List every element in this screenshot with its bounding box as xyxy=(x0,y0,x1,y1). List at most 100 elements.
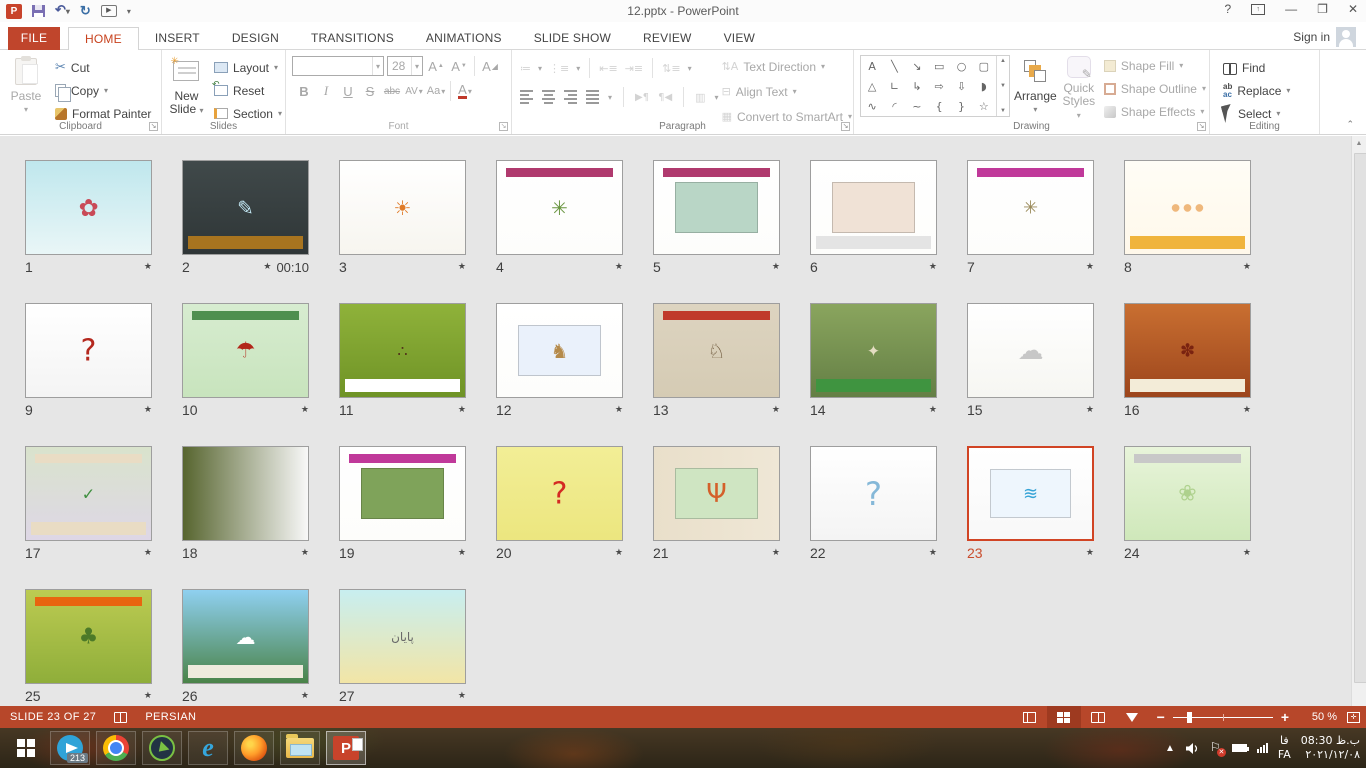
text-direction-button[interactable]: ⇅AText Direction▾ xyxy=(719,56,855,77)
slide-thumbnail-18[interactable] xyxy=(182,446,309,541)
pie-shape-icon[interactable]: ◗ xyxy=(981,80,987,93)
paste-button[interactable]: Paste ▾ xyxy=(0,50,52,120)
slide-thumbnail-24[interactable]: ❀ xyxy=(1124,446,1251,541)
slide-thumbnail-23[interactable]: ≋ xyxy=(967,446,1094,541)
ltr-text-direction-icon[interactable]: ▶¶ xyxy=(635,92,649,103)
taskbar-file-explorer-icon[interactable] xyxy=(280,731,320,765)
tab-slideshow[interactable]: SLIDE SHOW xyxy=(518,27,627,50)
fit-to-window-icon[interactable]: ✛ xyxy=(1347,712,1360,723)
line-spacing-icon[interactable]: ⇅≡ xyxy=(662,62,680,75)
slide-thumbnail-6[interactable] xyxy=(810,160,937,255)
text-shadow-button[interactable]: S xyxy=(360,81,380,101)
line-shape-icon[interactable]: ╲ xyxy=(891,60,898,73)
quick-styles-button[interactable]: Quick Styles ▾ xyxy=(1061,50,1097,120)
language-indicator[interactable]: PERSIAN xyxy=(145,711,196,723)
align-right-icon[interactable] xyxy=(564,90,577,104)
font-color-button[interactable]: A▾ xyxy=(455,81,475,101)
slide-thumbnail-11[interactable]: ∴ xyxy=(339,303,466,398)
slide-thumbnail-10[interactable]: ☂ xyxy=(182,303,309,398)
paragraph-dialog-launcher-icon[interactable]: ↘ xyxy=(841,122,850,131)
copy-button[interactable]: Copy▾ xyxy=(52,81,154,100)
tab-review[interactable]: REVIEW xyxy=(627,27,708,50)
minimize-icon[interactable]: — xyxy=(1285,2,1297,16)
scrollbar-thumb[interactable] xyxy=(1354,153,1366,683)
find-button[interactable]: Find xyxy=(1220,58,1319,77)
zoom-slider[interactable] xyxy=(1173,717,1273,718)
align-center-icon[interactable] xyxy=(542,90,555,104)
tab-transitions[interactable]: TRANSITIONS xyxy=(295,27,410,50)
bold-button[interactable]: B xyxy=(294,81,314,101)
increase-indent-icon[interactable]: ⇥≡ xyxy=(625,62,643,75)
slide-thumbnail-21[interactable]: Ψ xyxy=(653,446,780,541)
justify-icon[interactable] xyxy=(586,90,599,104)
start-button[interactable] xyxy=(8,731,44,765)
slide-show-button[interactable] xyxy=(1115,706,1149,728)
strikethrough-button[interactable]: abc xyxy=(382,81,402,101)
replace-button[interactable]: abacReplace▾ xyxy=(1220,81,1319,100)
arrow-shape-icon[interactable]: ↘ xyxy=(912,60,921,73)
shape-effects-button[interactable]: Shape Effects▾ xyxy=(1101,102,1209,121)
taskbar-powerpoint-icon[interactable]: P xyxy=(326,731,366,765)
sign-in[interactable]: Sign in xyxy=(1293,27,1356,47)
slide-thumbnail-20[interactable]: ? xyxy=(496,446,623,541)
shapes-gallery-scrollbar[interactable]: ▲▼▼ xyxy=(996,56,1009,116)
slide-thumbnail-12[interactable]: ♞ xyxy=(496,303,623,398)
action-center-flag-icon[interactable] xyxy=(1210,742,1222,755)
right-brace-shape-icon[interactable]: } xyxy=(958,100,965,113)
cut-button[interactable]: ✂Cut xyxy=(52,58,154,77)
scribble-shape-icon[interactable]: ∿ xyxy=(868,100,877,113)
oval-shape-icon[interactable]: ○ xyxy=(957,60,967,73)
bullets-icon[interactable]: ≔ xyxy=(520,62,531,75)
slide-thumbnail-5[interactable] xyxy=(653,160,780,255)
slide-thumbnail-26[interactable]: ☁ xyxy=(182,589,309,684)
layout-button[interactable]: Layout▾ xyxy=(211,58,285,77)
reading-view-button[interactable] xyxy=(1081,706,1115,728)
triangle-shape-icon[interactable]: △ xyxy=(868,80,876,93)
clear-formatting-button[interactable]: A◢ xyxy=(480,56,500,76)
slide-thumbnail-4[interactable]: ✳ xyxy=(496,160,623,255)
slide-thumbnail-22[interactable]: ? xyxy=(810,446,937,541)
language-switcher[interactable]: فا FA xyxy=(1278,734,1291,762)
spell-check-icon[interactable] xyxy=(114,712,127,723)
shapes-gallery[interactable]: ▲▼▼ A╲↘▭○▢△∟↳⇨⇩◗∿◜~{}☆ xyxy=(860,55,1010,117)
align-text-button[interactable]: ⊟Align Text▾ xyxy=(719,81,855,102)
normal-view-button[interactable] xyxy=(1013,706,1047,728)
slide-thumbnail-19[interactable] xyxy=(339,446,466,541)
new-slide-button[interactable]: New Slide ▾ xyxy=(162,50,211,120)
slide-thumbnail-1[interactable]: ✿ xyxy=(25,160,152,255)
zoom-slider-knob[interactable] xyxy=(1187,712,1192,723)
italic-button[interactable]: I xyxy=(316,81,336,101)
shape-fill-button[interactable]: Shape Fill▾ xyxy=(1101,56,1209,75)
character-spacing-button[interactable]: AV▾ xyxy=(404,81,424,101)
slide-sorter-view-button[interactable] xyxy=(1047,706,1081,728)
slide-thumbnail-16[interactable]: ✽ xyxy=(1124,303,1251,398)
slide-thumbnail-14[interactable]: ✦ xyxy=(810,303,937,398)
text-box-shape-icon[interactable]: A xyxy=(868,60,876,73)
right-arrow-shape-icon[interactable]: ⇨ xyxy=(935,80,944,93)
change-case-button[interactable]: Aa▾ xyxy=(426,81,446,101)
slide-thumbnail-17[interactable]: ✓ xyxy=(25,446,152,541)
slide-thumbnail-15[interactable]: ☁ xyxy=(967,303,1094,398)
drawing-dialog-launcher-icon[interactable]: ↘ xyxy=(1197,122,1206,131)
slide-thumbnail-3[interactable]: ☀ xyxy=(339,160,466,255)
numbering-icon[interactable]: ⋮≡ xyxy=(549,62,569,75)
tab-view[interactable]: VIEW xyxy=(708,27,771,50)
left-brace-shape-icon[interactable]: { xyxy=(936,100,943,113)
rectangle-shape-icon[interactable]: ▭ xyxy=(934,60,944,73)
underline-button[interactable]: U xyxy=(338,81,358,101)
taskbar-internet-explorer-icon[interactable]: e xyxy=(188,731,228,765)
power-icon[interactable] xyxy=(1232,744,1247,752)
arc-shape-icon[interactable]: ◜ xyxy=(892,100,896,113)
rounded-rectangle-shape-icon[interactable]: ▢ xyxy=(979,60,989,73)
help-icon[interactable]: ? xyxy=(1224,2,1231,16)
increase-font-size-button[interactable]: A▲ xyxy=(426,56,446,76)
font-name-combo[interactable]: ▾ xyxy=(292,56,384,76)
shape-outline-button[interactable]: Shape Outline▾ xyxy=(1101,79,1209,98)
restore-icon[interactable]: ❐ xyxy=(1317,2,1328,16)
hidden-icons-arrow[interactable]: ▲ xyxy=(1165,743,1175,754)
decrease-font-size-button[interactable]: A▼ xyxy=(449,56,469,76)
tab-file[interactable]: FILE xyxy=(8,27,60,50)
star-shape-icon[interactable]: ☆ xyxy=(979,100,989,113)
clock[interactable]: ب.ظ 08:30 ۲۰۲۱/۱۲/۰۸ xyxy=(1301,734,1360,762)
slide-thumbnail-13[interactable]: ♘ xyxy=(653,303,780,398)
